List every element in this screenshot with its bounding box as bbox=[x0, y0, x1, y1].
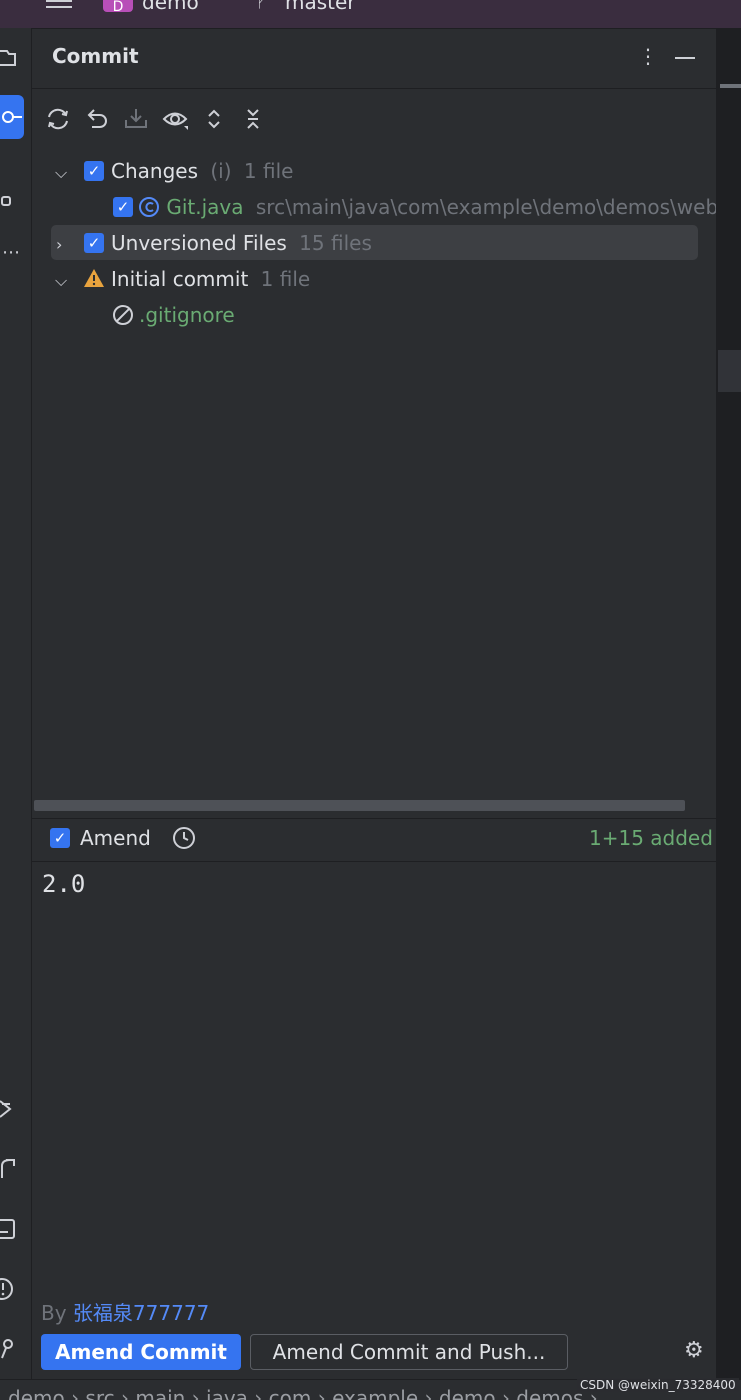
panel-title: Commit bbox=[52, 44, 139, 68]
problems-icon[interactable] bbox=[0, 1278, 22, 1300]
services-icon[interactable] bbox=[0, 1098, 22, 1120]
initial-label: Initial commit bbox=[111, 267, 249, 291]
amend-commit-push-button[interactable]: Amend Commit and Push... bbox=[250, 1334, 568, 1370]
project-badge[interactable]: D bbox=[103, 0, 133, 12]
tree-node-changes[interactable]: ⌵ bbox=[55, 154, 67, 188]
branch-name[interactable]: master bbox=[285, 0, 356, 14]
unversioned-label: Unversioned Files bbox=[111, 231, 287, 255]
initial-commit-row[interactable]: Initial commit 1 file bbox=[111, 262, 310, 296]
minimize-icon[interactable] bbox=[675, 57, 695, 59]
changes-checkbox[interactable]: ✓ bbox=[84, 161, 104, 181]
amend-label[interactable]: Amend bbox=[80, 825, 151, 851]
menu-icon[interactable] bbox=[46, 0, 72, 10]
breadcrumb-text[interactable]: demo › src › main › java › com › example… bbox=[8, 1386, 598, 1400]
chevron-down-icon[interactable]: ⌵ bbox=[55, 163, 67, 182]
author-name[interactable]: 张福泉777777 bbox=[73, 1301, 209, 1325]
project-icon[interactable] bbox=[0, 46, 22, 68]
changes-hint: (i) bbox=[210, 159, 232, 183]
horizontal-scrollbar[interactable] bbox=[34, 800, 685, 811]
commit-message-editor[interactable] bbox=[32, 862, 716, 1280]
gear-icon[interactable]: ⚙ bbox=[684, 1338, 704, 1363]
divider bbox=[32, 818, 716, 819]
shelve-icon[interactable] bbox=[123, 106, 149, 132]
unversioned-checkbox[interactable]: ✓ bbox=[84, 233, 104, 253]
eye-icon[interactable] bbox=[162, 106, 188, 132]
amend-stats: 1+15 added bbox=[589, 826, 713, 850]
unversioned-row[interactable]: Unversioned Files 15 files bbox=[111, 226, 372, 260]
divider bbox=[32, 88, 716, 89]
expand-all-icon[interactable] bbox=[201, 106, 227, 132]
tree-node-unversioned-toggle[interactable]: › bbox=[56, 226, 62, 260]
more-icon[interactable]: ⋮ bbox=[638, 44, 658, 68]
chevron-down-icon[interactable]: ⌵ bbox=[55, 271, 67, 290]
history-icon[interactable] bbox=[172, 826, 196, 854]
file-row-git-java[interactable]: Git.java src\main\java\com\example\demo\… bbox=[138, 190, 716, 224]
initial-count: 1 file bbox=[260, 267, 311, 291]
ignored-icon bbox=[112, 304, 134, 330]
editor-tab-indicator bbox=[720, 84, 741, 88]
editor-splitter[interactable] bbox=[716, 28, 741, 1379]
changes-count: 1 file bbox=[243, 159, 294, 183]
amend-checkbox[interactable]: ✓ bbox=[50, 828, 70, 848]
tree-node-initial-toggle[interactable]: ⌵ bbox=[55, 262, 67, 296]
branch-icon: ᚹ bbox=[256, 0, 266, 11]
terminal-icon[interactable] bbox=[0, 1218, 22, 1240]
watermark: CSDN @weixin_73328400 bbox=[577, 1378, 739, 1392]
git-icon[interactable] bbox=[0, 1338, 22, 1360]
collapse-all-icon[interactable] bbox=[240, 106, 266, 132]
project-name[interactable]: demo bbox=[142, 0, 199, 14]
commit-message-text[interactable]: 2.0 bbox=[42, 870, 85, 898]
file-checkbox[interactable]: ✓ bbox=[113, 197, 133, 217]
more-tools-icon[interactable]: ⋯ bbox=[0, 242, 22, 264]
class-icon bbox=[138, 195, 166, 219]
gitignore-row[interactable]: .gitignore bbox=[139, 298, 235, 332]
file-path: src\main\java\com\example\demo\demos\web bbox=[255, 195, 716, 219]
title-bar: D demo ᚹ master bbox=[0, 0, 741, 29]
rollback-icon[interactable] bbox=[84, 106, 110, 132]
structure-icon[interactable] bbox=[0, 190, 22, 212]
author-line: By 张福泉777777 bbox=[41, 1297, 209, 1326]
editor-scroll-thumb[interactable] bbox=[718, 350, 741, 392]
amend-commit-button[interactable]: Amend Commit bbox=[41, 1334, 241, 1370]
warning-icon bbox=[83, 268, 105, 292]
build-icon[interactable] bbox=[0, 1158, 22, 1180]
chevron-right-icon[interactable]: › bbox=[56, 235, 62, 254]
file-name: Git.java bbox=[166, 195, 244, 219]
refresh-icon[interactable] bbox=[45, 106, 71, 132]
unversioned-count: 15 files bbox=[299, 231, 372, 255]
changes-row[interactable]: Changes (i) 1 file bbox=[111, 154, 293, 188]
tool-window-strip: ⋯ bbox=[0, 28, 32, 1379]
changes-label: Changes bbox=[111, 159, 198, 183]
author-prefix: By bbox=[41, 1301, 67, 1325]
commit-tool-button[interactable] bbox=[0, 95, 24, 139]
